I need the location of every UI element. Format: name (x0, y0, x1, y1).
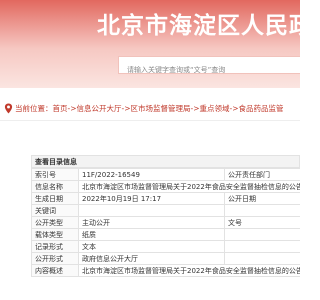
row-value: 北京市海淀区市场监督管理局关于2022年食品安全监督抽检信息的公告 (78, 180, 300, 193)
catalog-info-table: 索引号 11F/2022-16549 公开责任部门 信息名称 北京市海淀区市场监… (31, 168, 300, 277)
table-row: 生成日期 2022年10月19日 17:17 公开日期 (31, 192, 300, 205)
row-label-secondary (224, 240, 300, 253)
row-label: 公开形式 (31, 252, 79, 265)
row-label: 公开类型 (31, 216, 79, 229)
breadcrumb-key-areas[interactable]: 重点领域 (200, 103, 230, 114)
row-label-secondary (224, 204, 300, 217)
row-label: 载体类型 (31, 228, 79, 241)
row-label-secondary (224, 252, 300, 265)
search-input[interactable] (119, 62, 300, 78)
breadcrumb: 当前位置： 首页 -> 信息公开大厅 -> 区市场监督管理局 -> 重点领域 -… (4, 101, 300, 115)
row-label: 记录形式 (31, 240, 79, 253)
table-row: 内容概述 北京市海淀区市场监督管理局关于2022年食品安全监督抽检信息的公告 (31, 264, 300, 277)
row-value: 文本 (78, 240, 225, 253)
breadcrumb-divider (0, 120, 300, 121)
table-row: 载体类型 纸质 (31, 228, 300, 241)
table-row: 公开类型 主动公开 文号 (31, 216, 300, 229)
row-label-secondary: 公开日期 (224, 192, 300, 205)
row-label: 内容概述 (31, 264, 79, 277)
location-pin-icon (4, 103, 13, 113)
row-value: 11F/2022-16549 (78, 168, 225, 181)
row-label: 生成日期 (31, 192, 79, 205)
row-value: 主动公开 (78, 216, 225, 229)
table-row: 记录形式 文本 (31, 240, 300, 253)
breadcrumb-food-drug[interactable]: 食品药品监管 (239, 103, 284, 114)
breadcrumb-prefix: 当前位置： (15, 103, 53, 113)
row-label: 索引号 (31, 168, 79, 181)
row-value: 北京市海淀区市场监督管理局关于2022年食品安全监督抽检信息的公告 (78, 264, 300, 277)
site-title: 北京市海淀区人民政 (97, 13, 300, 39)
breadcrumb-home[interactable]: 首页 (53, 103, 68, 114)
table-row: 关键词 (31, 204, 300, 217)
header-banner: 北京市海淀区人民政 (0, 0, 300, 88)
table-row: 索引号 11F/2022-16549 公开责任部门 (31, 168, 300, 181)
row-value (78, 204, 225, 217)
breadcrumb-separator: -> (121, 103, 131, 113)
breadcrumb-separator: -> (229, 103, 239, 113)
row-value: 政府信息公开大厅 (78, 252, 225, 265)
catalog-info-panel: 查看目录信息 索引号 11F/2022-16549 公开责任部门 信息名称 北京… (31, 155, 300, 300)
row-label-secondary: 公开责任部门 (224, 168, 300, 181)
row-value: 纸质 (78, 228, 225, 241)
row-value: 2022年10月19日 17:17 (78, 192, 225, 205)
breadcrumb-info-hall[interactable]: 信息公开大厅 (77, 103, 122, 114)
table-row: 信息名称 北京市海淀区市场监督管理局关于2022年食品安全监督抽检信息的公告 (31, 180, 300, 193)
search-box[interactable] (118, 56, 300, 78)
row-label: 信息名称 (31, 180, 79, 193)
table-row: 公开形式 政府信息公开大厅 (31, 252, 300, 265)
row-label-secondary (224, 228, 300, 241)
row-label-secondary: 文号 (224, 216, 300, 229)
breadcrumb-market-bureau[interactable]: 区市场监督管理局 (131, 103, 191, 114)
breadcrumb-separator: -> (67, 103, 77, 113)
section-title: 查看目录信息 (31, 155, 300, 168)
breadcrumb-separator: -> (190, 103, 200, 113)
row-label: 关键词 (31, 204, 79, 217)
